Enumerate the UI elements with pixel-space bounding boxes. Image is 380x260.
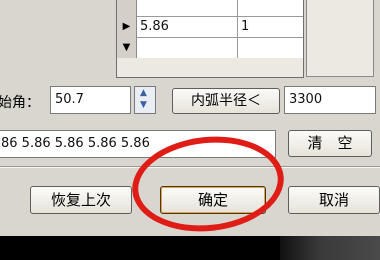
inner-radius-button[interactable]: 内弧半径＜ <box>172 88 280 114</box>
restore-last-button[interactable]: 恢复上次 <box>30 186 132 214</box>
background-strip <box>280 236 380 260</box>
dropdown-arrow-icon[interactable]: ▼ <box>117 37 137 58</box>
grid-cell[interactable] <box>137 37 238 58</box>
data-grid[interactable]: ▶ 5.86 1 ▼ <box>116 0 304 78</box>
grid-empty-area <box>117 58 303 77</box>
inner-radius-input[interactable]: 3300 <box>284 86 376 114</box>
grid-row-top[interactable] <box>117 0 303 17</box>
grid-cell[interactable] <box>238 0 303 16</box>
clear-button[interactable]: 清 空 <box>288 130 372 157</box>
table-row[interactable]: ▶ 5.86 1 <box>117 16 303 38</box>
spin-down-icon[interactable]: ▼ <box>140 100 147 110</box>
grid-cell[interactable]: 1 <box>238 16 303 37</box>
spin-up-icon[interactable]: ▲ <box>140 88 147 98</box>
current-row-arrow-icon[interactable]: ▶ <box>117 16 137 37</box>
table-row[interactable]: ▼ <box>117 37 303 59</box>
row-header[interactable] <box>117 0 137 16</box>
angle-spinner[interactable]: ▲ ▼ <box>134 86 156 114</box>
start-angle-label: 始角： <box>0 95 40 111</box>
ok-button[interactable]: 确定 <box>160 186 266 214</box>
values-input[interactable]: 86 5.86 5.86 5.86 5.86 <box>0 130 276 158</box>
grid-cell[interactable]: 5.86 <box>137 16 238 37</box>
grid-cell[interactable] <box>137 0 238 16</box>
start-angle-input[interactable]: 50.7 <box>50 86 131 114</box>
side-panel <box>306 0 374 77</box>
divider-highlight <box>0 167 380 168</box>
cancel-button[interactable]: 取消 <box>288 186 380 214</box>
dialog-window: ▶ 5.86 1 ▼ 始角： 50.7 ▲ ▼ 内弧半径＜ 3300 86 5.… <box>0 0 380 236</box>
grid-cell[interactable] <box>238 37 303 58</box>
